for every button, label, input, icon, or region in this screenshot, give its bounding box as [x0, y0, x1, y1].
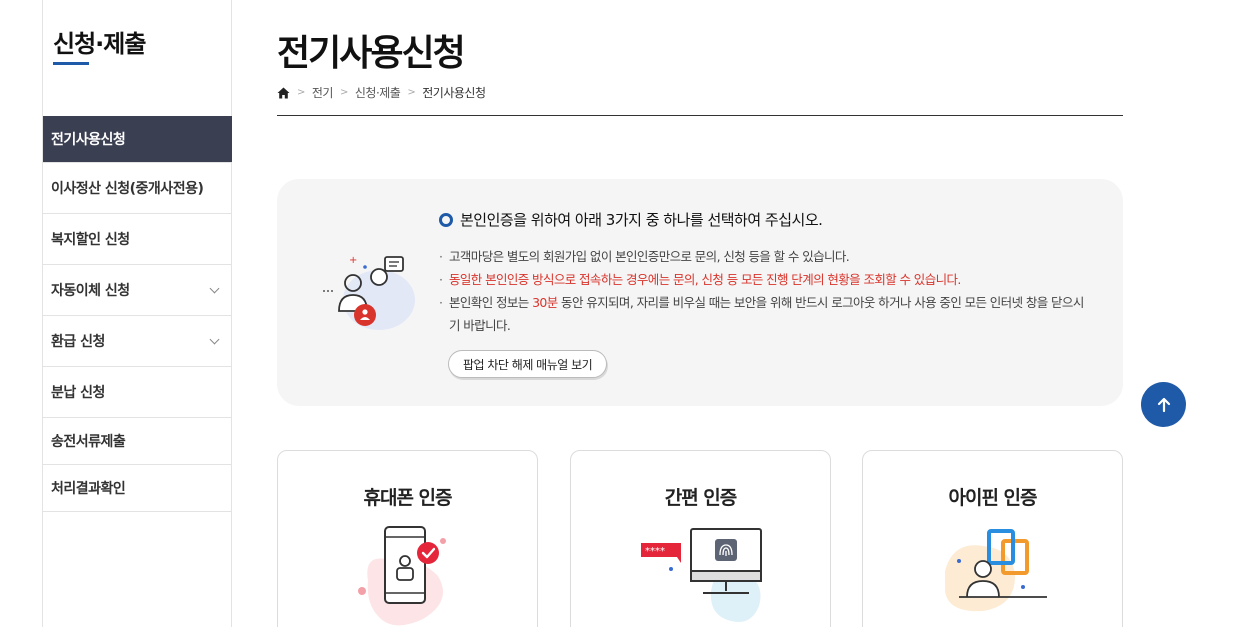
sidebar-item-moving-settlement[interactable]: 이사정산 신청(중개사전용): [43, 163, 232, 214]
sidebar-item-transmission-documents[interactable]: 송전서류제출: [43, 418, 232, 465]
chevron-down-icon: [209, 334, 220, 344]
monitor-fingerprint-icon: ****: [641, 528, 762, 622]
card-title: 아이핀 인증: [948, 487, 1037, 509]
breadcrumb-separator: >: [407, 87, 416, 98]
chevron-down-icon: [209, 283, 220, 293]
sidebar-item-label: 송전서류제출: [51, 434, 126, 450]
smartphone-icon: [358, 526, 446, 626]
sidebar-menu: 전기사용신청 이사정산 신청(중개사전용) 복지할인 신청 자동이체 신청 환급…: [43, 116, 232, 512]
breadcrumb-separator: >: [297, 87, 305, 98]
auth-notice-box: + 본인인증을 위하여 아래 3가지 중 하나를 선택하여 주십시오. 고객마당…: [277, 179, 1123, 406]
notice-list: 고객마당은 별도의 회원가입 없이 본인인증만으로 문의, 신청 등을 할 수 …: [439, 245, 1089, 337]
person-ipin-icon: [945, 529, 1047, 612]
notice-heading-text: 본인인증을 위하여 아래 3가지 중 하나를 선택하여 주십시오.: [460, 211, 823, 229]
sidebar-item-installment[interactable]: 분납 신청: [43, 367, 232, 418]
sidebar: 신청·제출 전기사용신청 이사정산 신청(중개사전용) 복지할인 신청 자동이체…: [42, 0, 232, 627]
sidebar-item-label: 자동이체 신청: [51, 283, 130, 299]
sidebar-item-auto-transfer[interactable]: 자동이체 신청: [43, 265, 232, 316]
auth-card-mobile[interactable]: 휴대폰 인증: [277, 450, 538, 627]
notice-line-warning: 동일한 본인인증 방식으로 접속하는 경우에는 문의, 신청 등 모든 진행 단…: [439, 268, 1089, 291]
auth-card-ipin[interactable]: 아이핀 인증: [862, 450, 1123, 627]
sidebar-item-label: 이사정산 신청(중개사전용): [51, 181, 204, 197]
sidebar-item-electricity-application[interactable]: 전기사용신청: [43, 116, 232, 163]
page-title: 전기사용신청: [277, 33, 466, 74]
notice-line: 고객마당은 별도의 회원가입 없이 본인인증만으로 문의, 신청 등을 할 수 …: [439, 245, 1089, 268]
notice-line: 본인확인 정보는 30분 동안 유지되며, 자리를 비우실 때는 보안을 위해 …: [439, 291, 1089, 337]
svg-text:****: ****: [645, 546, 665, 557]
circle-bullet-icon: [439, 212, 453, 227]
breadcrumb-item[interactable]: 전기: [312, 84, 334, 101]
sidebar-item-welfare-discount[interactable]: 복지할인 신청: [43, 214, 232, 265]
sidebar-title-underline: [53, 62, 89, 65]
sidebar-item-label: 처리결과확인: [51, 481, 126, 497]
breadcrumb-current: 전기사용신청: [422, 86, 486, 100]
arrow-up-icon: [1157, 397, 1170, 412]
popup-unblock-manual-button[interactable]: 팝업 차단 해제 매뉴얼 보기: [448, 350, 608, 378]
sidebar-item-label: 복지할인 신청: [51, 232, 130, 248]
sidebar-item-label: 환급 신청: [51, 334, 105, 350]
sidebar-item-label: 전기사용신청: [51, 132, 126, 148]
card-title: 간편 인증: [664, 487, 738, 509]
auth-card-simple[interactable]: 간편 인증 ****: [570, 450, 831, 627]
sidebar-item-result-check[interactable]: 처리결과확인: [43, 465, 232, 512]
notice-line-text: 본인확인 정보는: [449, 295, 533, 310]
breadcrumb-item[interactable]: 신청·제출: [355, 84, 401, 101]
breadcrumb-separator: >: [339, 87, 348, 98]
title-divider: [277, 115, 1123, 116]
sidebar-title: 신청·제출: [53, 30, 146, 58]
notice-highlight: 30분: [532, 295, 558, 310]
card-title: 휴대폰 인증: [363, 487, 452, 509]
sidebar-item-label: 분납 신청: [51, 385, 105, 401]
svg-text:+: +: [349, 255, 357, 266]
scroll-top-button[interactable]: [1141, 382, 1186, 427]
sidebar-item-refund[interactable]: 환급 신청: [43, 316, 232, 367]
notice-heading: 본인인증을 위하여 아래 3가지 중 하나를 선택하여 주십시오.: [439, 209, 823, 230]
breadcrumb: > 전기 > 신청·제출 > 전기사용신청: [277, 84, 486, 101]
home-icon[interactable]: [277, 87, 290, 99]
user-auth-illustration-icon: +: [323, 255, 415, 330]
